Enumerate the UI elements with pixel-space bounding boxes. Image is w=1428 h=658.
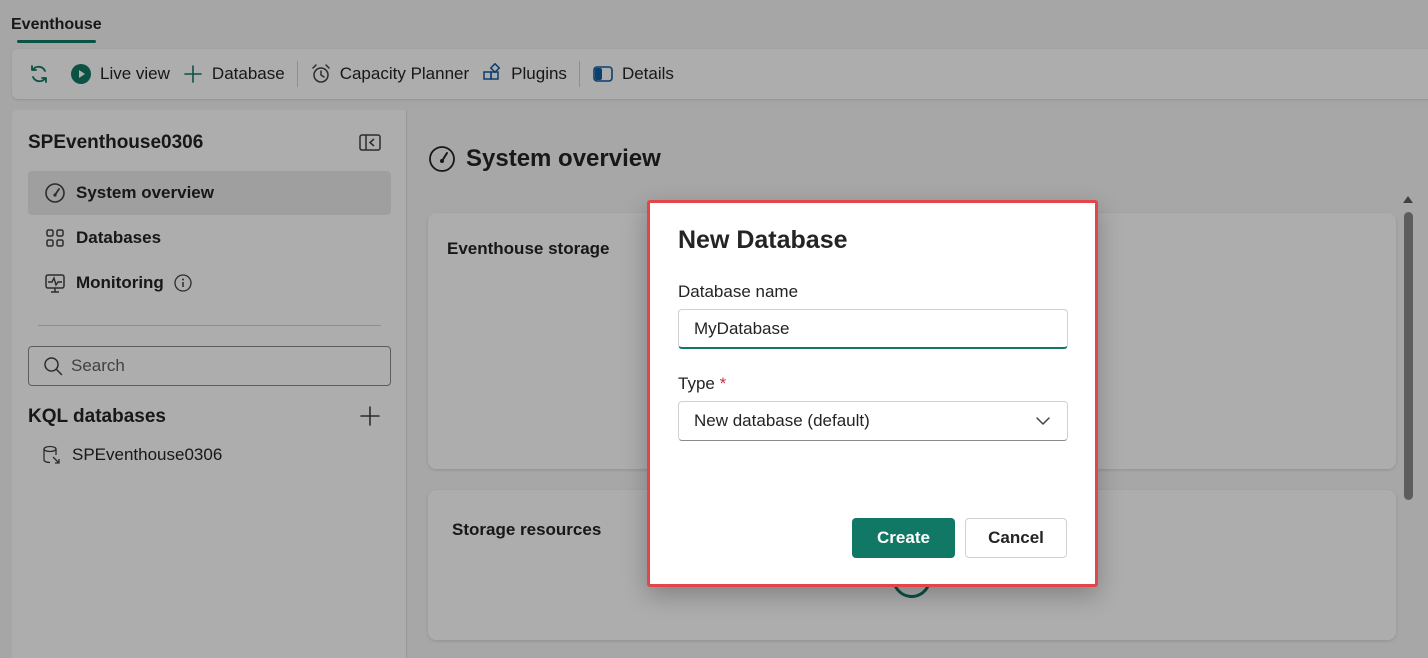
- type-selected-value: New database (default): [694, 411, 870, 430]
- dialog-title: New Database: [678, 226, 848, 254]
- type-label-text: Type: [678, 374, 715, 393]
- database-name-label: Database name: [678, 282, 799, 301]
- required-mark: *: [719, 374, 727, 393]
- database-name-input[interactable]: [678, 309, 1068, 349]
- type-label: Type *: [678, 374, 726, 394]
- cancel-button[interactable]: Cancel: [965, 518, 1067, 558]
- type-dropdown[interactable]: New database (default): [678, 401, 1068, 441]
- new-database-dialog: New Database Database name Type * New da…: [647, 200, 1098, 587]
- chevron-down-icon: [1034, 412, 1052, 430]
- create-button[interactable]: Create: [852, 518, 955, 558]
